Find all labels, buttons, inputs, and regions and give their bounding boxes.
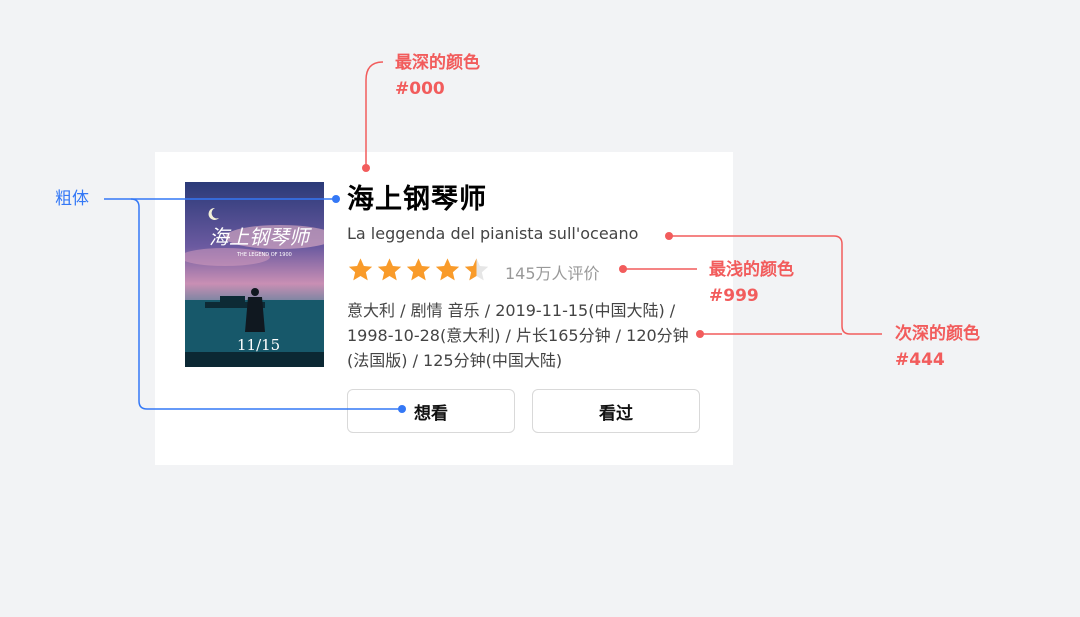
annotation-darkest-label: 最深的颜色: [395, 53, 480, 73]
annotation-second-value: #444: [895, 350, 945, 370]
annotation-lightest-label: 最浅的颜色: [709, 260, 794, 280]
annotation-lines: [104, 61, 882, 413]
annotation-lightest-value: #999: [709, 286, 759, 306]
annotation-darkest-value: #000: [395, 79, 445, 99]
annotation-bold-label: 粗体: [55, 189, 89, 209]
annotation-second-label: 次深的颜色: [895, 324, 980, 344]
